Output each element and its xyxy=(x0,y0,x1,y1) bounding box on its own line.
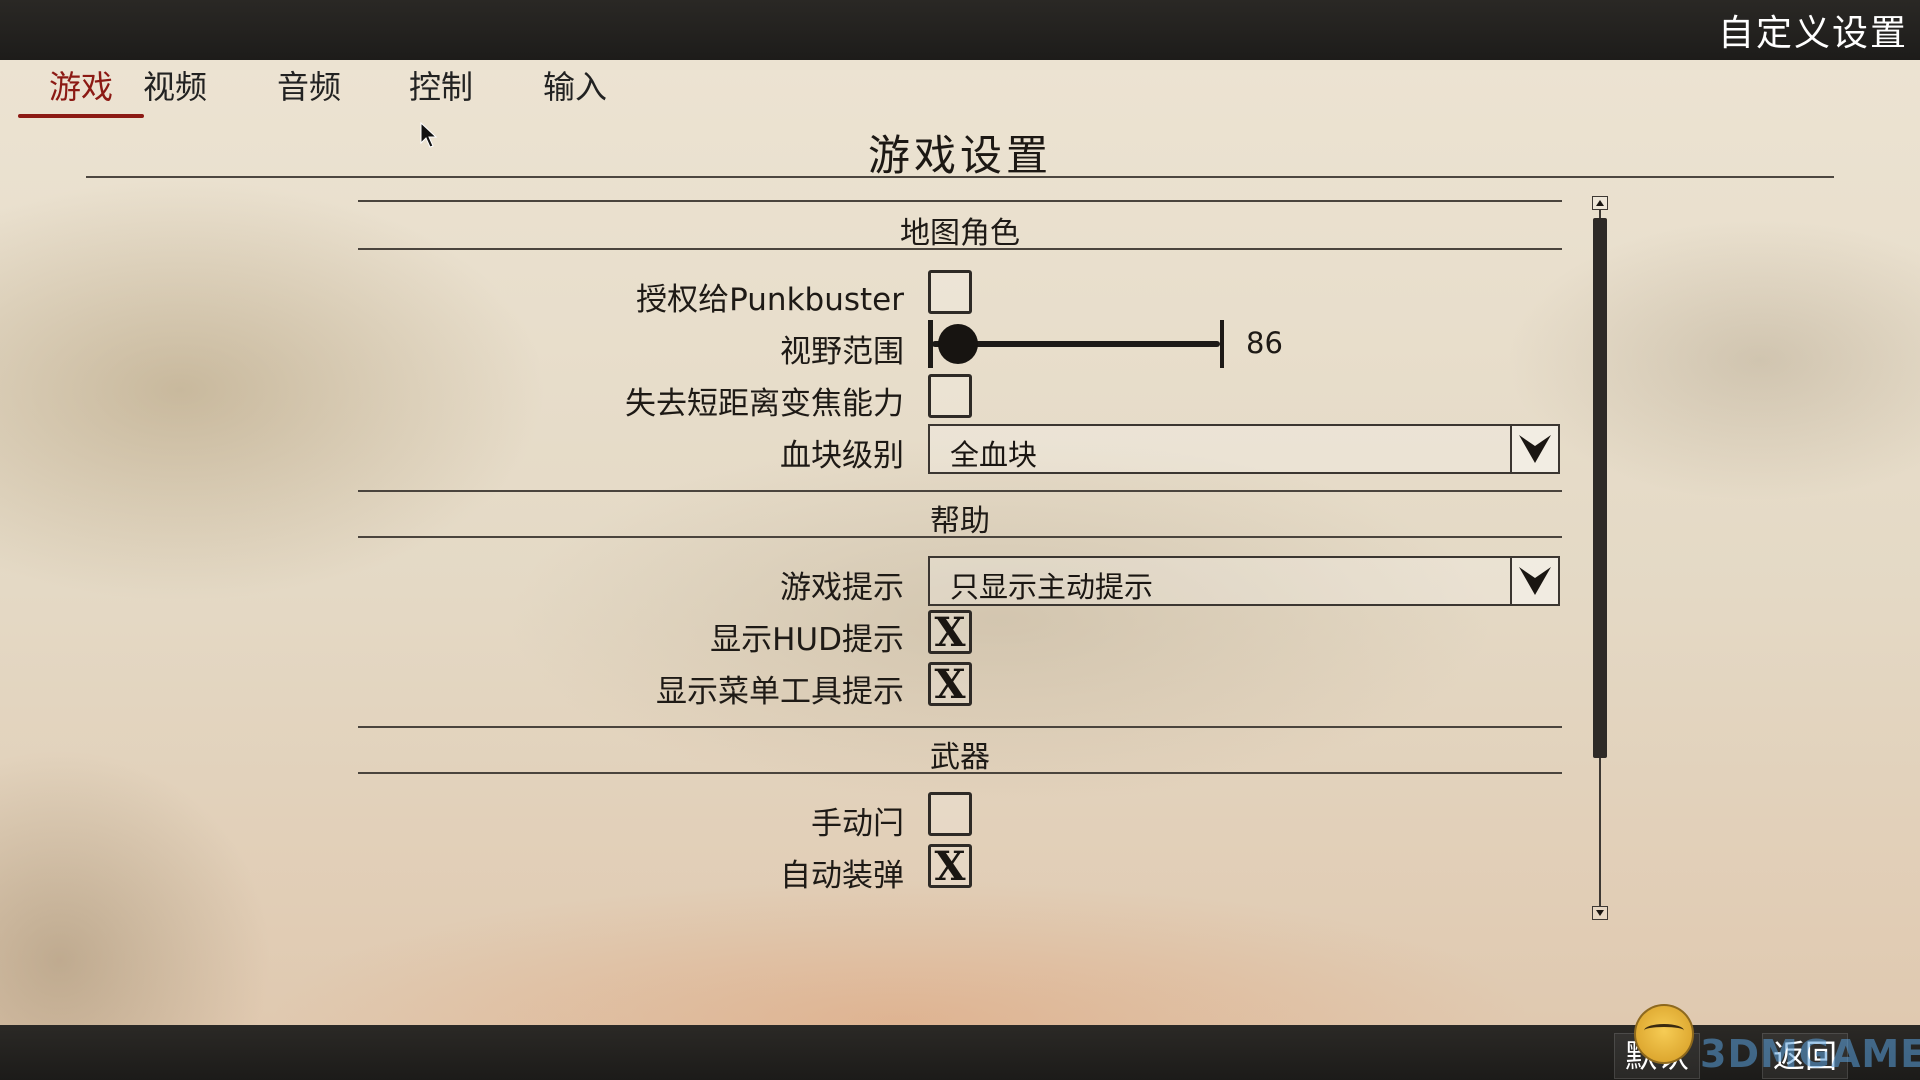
tab-audio[interactable]: 音频 xyxy=(246,62,372,114)
manual-bolt-checkbox[interactable] xyxy=(928,792,972,836)
menu-tooltips-label: 显示菜单工具提示 xyxy=(656,674,904,710)
title-divider xyxy=(86,176,1834,178)
back-button[interactable]: 返回 xyxy=(1762,1033,1849,1079)
section-title-weapons: 武器 xyxy=(930,740,990,775)
hud-hints-checkbox[interactable]: X xyxy=(928,609,972,656)
section-divider xyxy=(358,726,1562,728)
tab-video[interactable]: 视频 xyxy=(112,62,238,114)
check-mark-icon: X xyxy=(934,661,966,708)
tab-input[interactable]: 输入 xyxy=(512,62,638,114)
window-title: 自定义设置 xyxy=(1717,13,1908,54)
arrow-up-icon xyxy=(1596,200,1604,206)
check-mark-icon: X xyxy=(934,843,966,890)
menu-tooltips-checkbox[interactable]: X xyxy=(928,661,972,708)
game-hints-label: 游戏提示 xyxy=(780,570,904,606)
chevron-down-icon xyxy=(1519,435,1551,463)
check-mark-icon: X xyxy=(934,609,966,656)
game-hints-dropdown-button[interactable] xyxy=(1510,556,1560,606)
fov-value: 86 xyxy=(1246,326,1283,360)
scroll-up-button[interactable] xyxy=(1592,196,1608,210)
slider-right-cap xyxy=(1220,320,1224,368)
auto-reload-checkbox[interactable]: X xyxy=(928,843,972,890)
punkbuster-label: 授权给Punkbuster xyxy=(636,282,904,318)
section-title-help: 帮助 xyxy=(930,504,990,539)
chevron-down-icon xyxy=(1519,567,1551,595)
top-bar: 自定义设置 xyxy=(0,0,1920,60)
page-title: 游戏设置 xyxy=(867,131,1052,180)
health-level-label: 血块级别 xyxy=(780,438,904,474)
fov-label: 视野范围 xyxy=(780,334,904,370)
manual-bolt-label: 手动闩 xyxy=(811,806,904,842)
health-level-dropdown[interactable]: 全血块 xyxy=(928,424,1560,474)
game-hints-value: 只显示主动提示 xyxy=(950,570,1154,604)
fov-slider[interactable] xyxy=(928,316,1224,372)
section-divider xyxy=(358,536,1562,538)
tab-controls[interactable]: 控制 xyxy=(378,62,504,114)
section-divider xyxy=(358,248,1562,250)
mouse-cursor-icon xyxy=(420,122,438,148)
arrow-down-icon xyxy=(1596,910,1604,916)
section-divider xyxy=(358,772,1562,774)
section-divider xyxy=(358,200,1562,202)
watermark-mascot-icon xyxy=(1634,1004,1694,1064)
health-level-dropdown-button[interactable] xyxy=(1510,424,1560,474)
short-zoom-label: 失去短距离变焦能力 xyxy=(625,386,904,422)
settings-scrollbar[interactable] xyxy=(1592,196,1608,920)
short-zoom-checkbox[interactable] xyxy=(928,374,972,418)
health-level-value: 全血块 xyxy=(950,438,1038,472)
hud-hints-label: 显示HUD提示 xyxy=(710,622,904,658)
auto-reload-label: 自动装弹 xyxy=(780,858,904,894)
scroll-down-button[interactable] xyxy=(1592,906,1608,920)
punkbuster-checkbox[interactable] xyxy=(928,270,972,314)
section-title-map-character: 地图角色 xyxy=(900,216,1020,251)
slider-knob[interactable] xyxy=(938,324,978,364)
game-hints-dropdown[interactable]: 只显示主动提示 xyxy=(928,556,1560,606)
section-divider xyxy=(358,490,1562,492)
scrollbar-thumb[interactable] xyxy=(1593,218,1607,758)
